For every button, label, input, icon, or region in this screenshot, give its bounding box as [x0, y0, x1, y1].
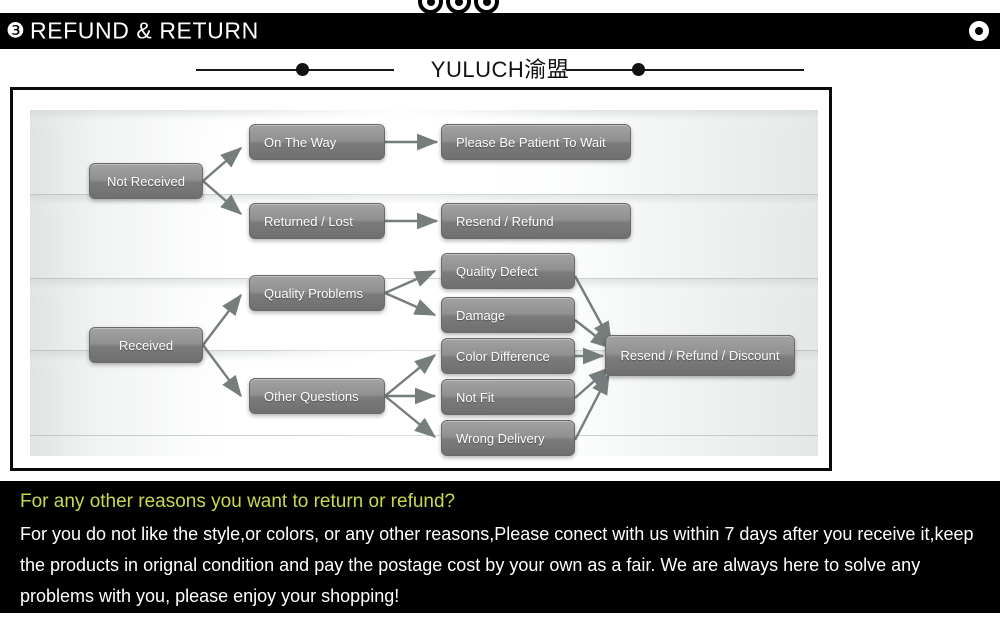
- flow-box-label: Resend / Refund: [456, 213, 554, 229]
- flow-box-damage[interactable]: Damage: [441, 297, 575, 333]
- flow-box-resend-refund[interactable]: Resend / Refund: [441, 203, 631, 239]
- header-dot-2-icon: [446, 0, 471, 14]
- flow-box-wrong-delivery[interactable]: Wrong Delivery: [441, 420, 575, 456]
- brand-dot-left-icon: [296, 63, 309, 76]
- flow-box-label: Wrong Delivery: [456, 430, 545, 446]
- brand-name: YULUCH渝盟: [430, 57, 570, 82]
- flow-box-label: Resend / Refund / Discount: [620, 348, 780, 363]
- header-ring-icon: [969, 21, 989, 41]
- flow-box-not-received[interactable]: Not Received: [89, 163, 203, 199]
- policy-text-block: For any other reasons you want to return…: [0, 481, 1000, 613]
- flow-box-please-be-patient[interactable]: Please Be Patient To Wait: [441, 124, 631, 160]
- flow-box-quality-defect[interactable]: Quality Defect: [441, 253, 575, 289]
- header-dot-group: [418, 0, 518, 19]
- flow-box-color-difference[interactable]: Color Difference: [441, 338, 575, 374]
- flow-box-label: Color Difference: [456, 348, 550, 364]
- flow-box-other-questions[interactable]: Other Questions: [249, 378, 385, 414]
- flow-box-label: Other Questions: [264, 388, 359, 404]
- brand-dot-right-icon: [632, 63, 645, 76]
- flow-box-label: On The Way: [264, 134, 337, 150]
- brand-rule-left: [196, 69, 394, 71]
- flow-box-label: Returned / Lost: [264, 213, 353, 229]
- flowchart-panel: Not Received On The Way Returned / Lost …: [10, 87, 832, 471]
- brand-divider: YULUCH渝盟: [0, 52, 1000, 84]
- flow-box-label: Quality Defect: [456, 263, 538, 279]
- flowchart-background: [30, 110, 818, 456]
- flow-box-label: Received: [118, 337, 174, 353]
- flow-box-received[interactable]: Received: [89, 327, 203, 363]
- policy-body: For you do not like the style,or colors,…: [20, 524, 974, 606]
- section-number-badge: ❸: [6, 19, 25, 43]
- flow-box-resend-refund-discount[interactable]: Resend / Refund / Discount: [605, 335, 795, 376]
- flow-box-label: Damage: [456, 307, 506, 323]
- header-dot-3-icon: [474, 0, 499, 14]
- flow-box-label: Not Fit: [456, 389, 495, 405]
- flow-box-label: Quality Problems: [264, 285, 363, 301]
- flow-box-not-fit[interactable]: Not Fit: [441, 379, 575, 415]
- header-dot-1-icon: [418, 0, 443, 14]
- page-title: REFUND & RETURN: [30, 17, 259, 44]
- flow-box-on-the-way[interactable]: On The Way: [249, 124, 385, 160]
- flow-box-label: Please Be Patient To Wait: [456, 134, 606, 150]
- flow-box-returned-lost[interactable]: Returned / Lost: [249, 203, 385, 239]
- flow-box-quality-problems[interactable]: Quality Problems: [249, 275, 385, 311]
- policy-heading: For any other reasons you want to return…: [20, 491, 456, 512]
- brand-rule-right: [566, 69, 804, 71]
- flow-box-label: Not Received: [106, 173, 186, 189]
